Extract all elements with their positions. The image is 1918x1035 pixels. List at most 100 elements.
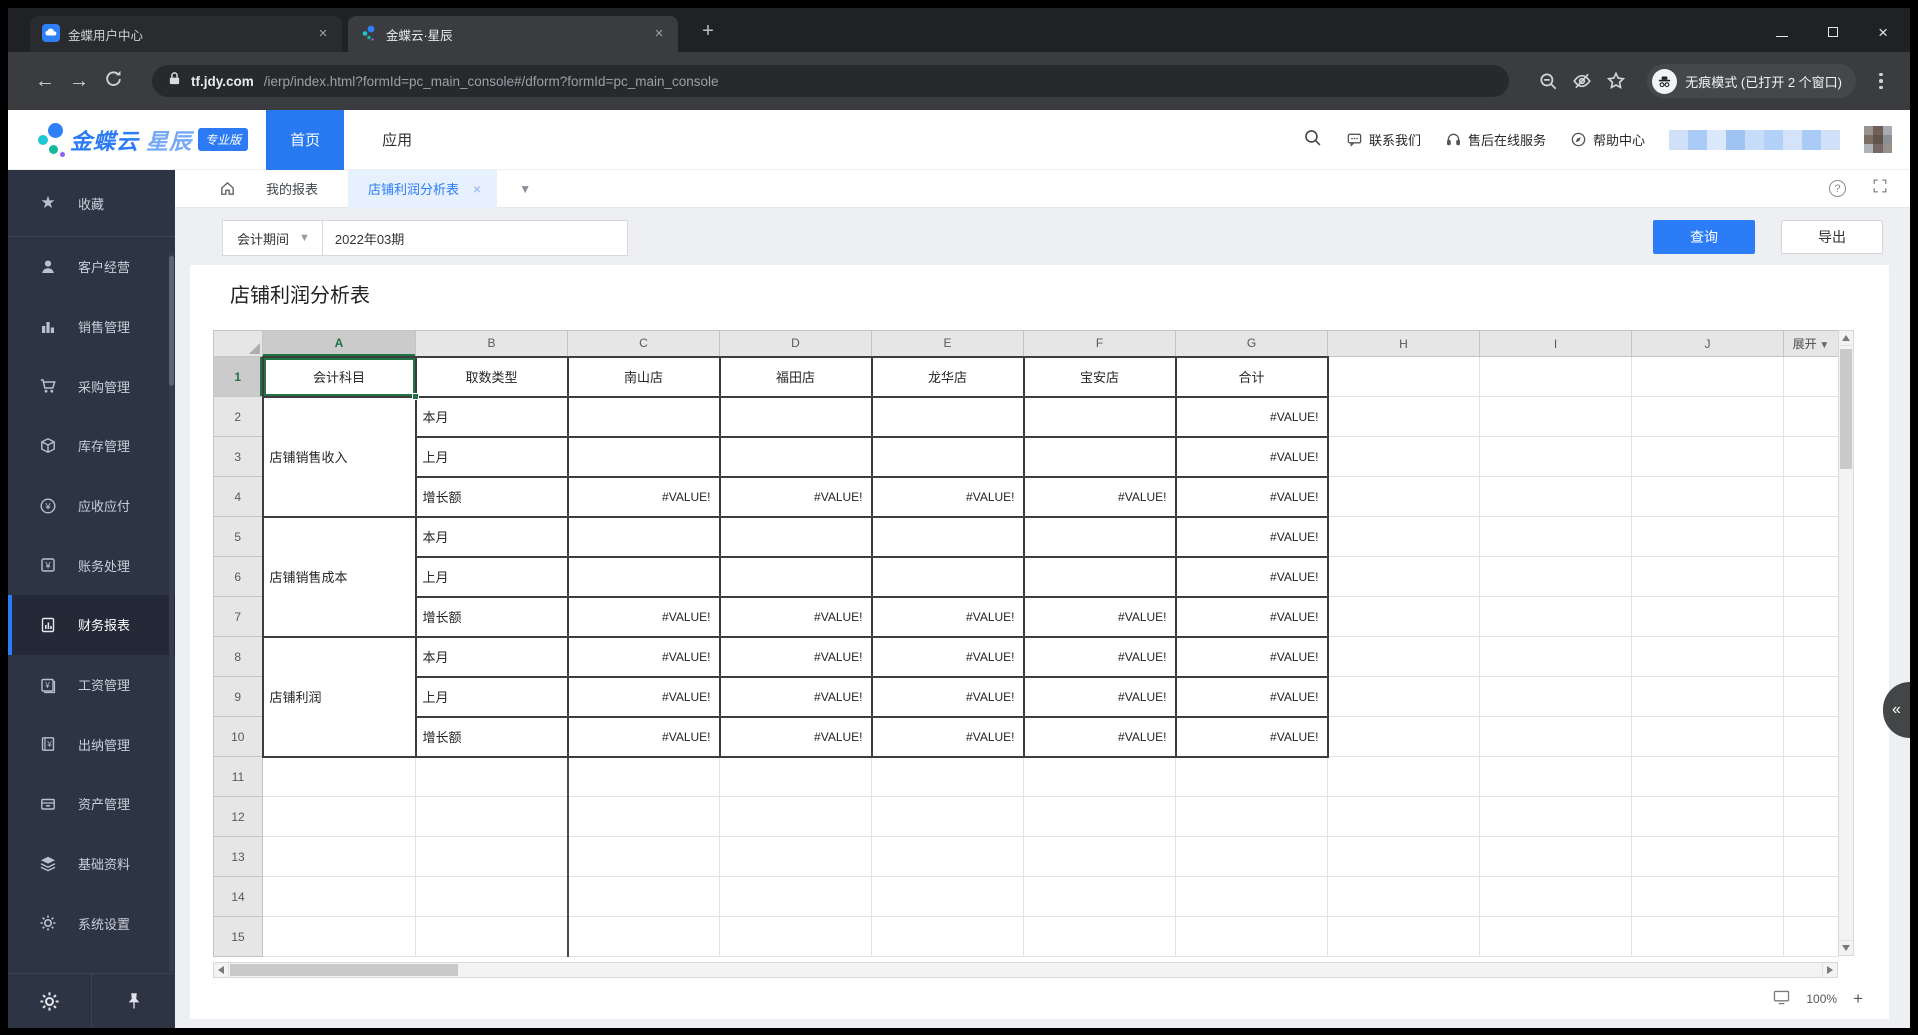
cell-J9[interactable] xyxy=(1631,676,1784,717)
cell-G13[interactable] xyxy=(1175,836,1328,877)
cell-H4[interactable] xyxy=(1327,476,1480,517)
cell-D5[interactable] xyxy=(718,515,873,558)
cell-H6[interactable] xyxy=(1327,556,1480,597)
cell-E6[interactable] xyxy=(870,555,1025,598)
cell-F14[interactable] xyxy=(1023,876,1176,917)
cell-E12[interactable] xyxy=(871,796,1024,837)
cell-I13[interactable] xyxy=(1479,836,1632,877)
cell-C11[interactable] xyxy=(567,756,720,797)
cell-overflow-14[interactable] xyxy=(1783,876,1839,917)
tab-close-icon[interactable]: × xyxy=(314,25,332,43)
row-header-8[interactable]: 8 xyxy=(213,636,263,677)
cell-C1[interactable]: 南山店 xyxy=(566,355,721,398)
window-restore-button[interactable] xyxy=(1828,24,1839,42)
fullscreen-icon[interactable] xyxy=(1872,178,1888,199)
sidebar-item-assets[interactable]: 资产管理 xyxy=(8,774,175,834)
cell-C2[interactable] xyxy=(566,395,721,438)
cell-B8[interactable]: 本月 xyxy=(414,635,569,678)
cell-A14[interactable] xyxy=(262,876,416,917)
tab-close-icon[interactable]: × xyxy=(650,25,668,43)
cell-E7[interactable]: #VALUE! xyxy=(870,595,1025,638)
cell-E2[interactable] xyxy=(870,395,1025,438)
cell-B14[interactable] xyxy=(415,876,569,917)
export-button[interactable]: 导出 xyxy=(1781,220,1883,254)
cell-F9[interactable]: #VALUE! xyxy=(1022,675,1177,718)
cell-G6[interactable]: #VALUE! xyxy=(1174,555,1329,598)
browser-tab-user-center[interactable]: 金蝶用户中心 × xyxy=(30,16,342,52)
cell-C7[interactable]: #VALUE! xyxy=(566,595,721,638)
cell-H2[interactable] xyxy=(1327,396,1480,437)
cell-B11[interactable] xyxy=(415,756,569,797)
select-all-corner[interactable] xyxy=(213,330,263,357)
cell-overflow-12[interactable] xyxy=(1783,796,1839,837)
sidebar-item-base-data[interactable]: 基础资料 xyxy=(8,834,175,894)
cell-G7[interactable]: #VALUE! xyxy=(1174,595,1329,638)
cell-B13[interactable] xyxy=(415,836,569,877)
cell-I7[interactable] xyxy=(1479,596,1632,637)
cell-J2[interactable] xyxy=(1631,396,1784,437)
cell-D12[interactable] xyxy=(719,796,872,837)
cell-F12[interactable] xyxy=(1023,796,1176,837)
cell-I11[interactable] xyxy=(1479,756,1632,797)
cell-H1[interactable] xyxy=(1327,356,1480,397)
cell-J13[interactable] xyxy=(1631,836,1784,877)
cell-J5[interactable] xyxy=(1631,516,1784,557)
nav-apps[interactable]: 应用 xyxy=(382,129,412,150)
col-header-E[interactable]: E xyxy=(871,330,1024,357)
scroll-right-icon[interactable] xyxy=(1822,963,1837,977)
cell-H11[interactable] xyxy=(1327,756,1480,797)
cell-J10[interactable] xyxy=(1631,716,1784,757)
cell-overflow-6[interactable] xyxy=(1783,556,1839,597)
cell-I9[interactable] xyxy=(1479,676,1632,717)
col-header-D[interactable]: D xyxy=(719,330,872,357)
window-close-button[interactable]: × xyxy=(1878,24,1888,41)
scroll-up-icon[interactable] xyxy=(1839,331,1853,346)
cell-J12[interactable] xyxy=(1631,796,1784,837)
cell-E11[interactable] xyxy=(871,756,1024,797)
period-field-select[interactable]: 会计期间 ▼ xyxy=(222,220,323,256)
col-header-J[interactable]: J xyxy=(1631,330,1784,357)
cell-C15[interactable] xyxy=(567,916,720,957)
cell-C8[interactable]: #VALUE! xyxy=(566,635,721,678)
cell-F15[interactable] xyxy=(1023,916,1176,957)
cell-D13[interactable] xyxy=(719,836,872,877)
eye-slash-icon[interactable] xyxy=(1565,71,1599,91)
row-header-15[interactable]: 15 xyxy=(213,916,263,957)
col-header-B[interactable]: B xyxy=(415,330,568,357)
cell-D10[interactable]: #VALUE! xyxy=(718,715,873,758)
search-icon[interactable] xyxy=(1303,128,1322,152)
cell-F11[interactable] xyxy=(1023,756,1176,797)
help-icon[interactable]: ? xyxy=(1829,180,1846,197)
cell-H7[interactable] xyxy=(1327,596,1480,637)
zoom-in-button[interactable]: + xyxy=(1853,989,1863,1009)
cell-I5[interactable] xyxy=(1479,516,1632,557)
cell-H15[interactable] xyxy=(1327,916,1480,957)
sidebar-item-sales[interactable]: 销售管理 xyxy=(8,297,175,357)
cell-I15[interactable] xyxy=(1479,916,1632,957)
cell-J7[interactable] xyxy=(1631,596,1784,637)
bookmark-star-icon[interactable] xyxy=(1599,71,1633,91)
cell-F4[interactable]: #VALUE! xyxy=(1022,475,1177,518)
row-header-13[interactable]: 13 xyxy=(213,836,263,877)
col-header-G[interactable]: G xyxy=(1175,330,1328,357)
cell-D14[interactable] xyxy=(719,876,872,917)
row-header-3[interactable]: 3 xyxy=(213,436,263,477)
period-value-input[interactable] xyxy=(322,220,628,256)
cell-J1[interactable] xyxy=(1631,356,1784,397)
sidebar-item-financial-reports[interactable]: 财务报表 xyxy=(8,595,175,655)
cell-D6[interactable] xyxy=(718,555,873,598)
doc-tab-my-reports[interactable]: 我的报表 xyxy=(236,170,348,208)
cell-H14[interactable] xyxy=(1327,876,1480,917)
cell-G11[interactable] xyxy=(1175,756,1328,797)
user-avatar[interactable] xyxy=(1864,125,1892,154)
nav-home[interactable]: 首页 xyxy=(266,109,345,170)
cell-G14[interactable] xyxy=(1175,876,1328,917)
cell-F1[interactable]: 宝安店 xyxy=(1022,355,1177,398)
row-header-14[interactable]: 14 xyxy=(213,876,263,917)
cell-E5[interactable] xyxy=(870,515,1025,558)
cell-G12[interactable] xyxy=(1175,796,1328,837)
contact-us-link[interactable]: 联系我们 xyxy=(1346,130,1421,149)
cell-A2[interactable]: 店铺销售收入 xyxy=(261,395,417,518)
cell-E4[interactable]: #VALUE! xyxy=(870,475,1025,518)
vertical-scroll-thumb[interactable] xyxy=(1840,349,1852,469)
